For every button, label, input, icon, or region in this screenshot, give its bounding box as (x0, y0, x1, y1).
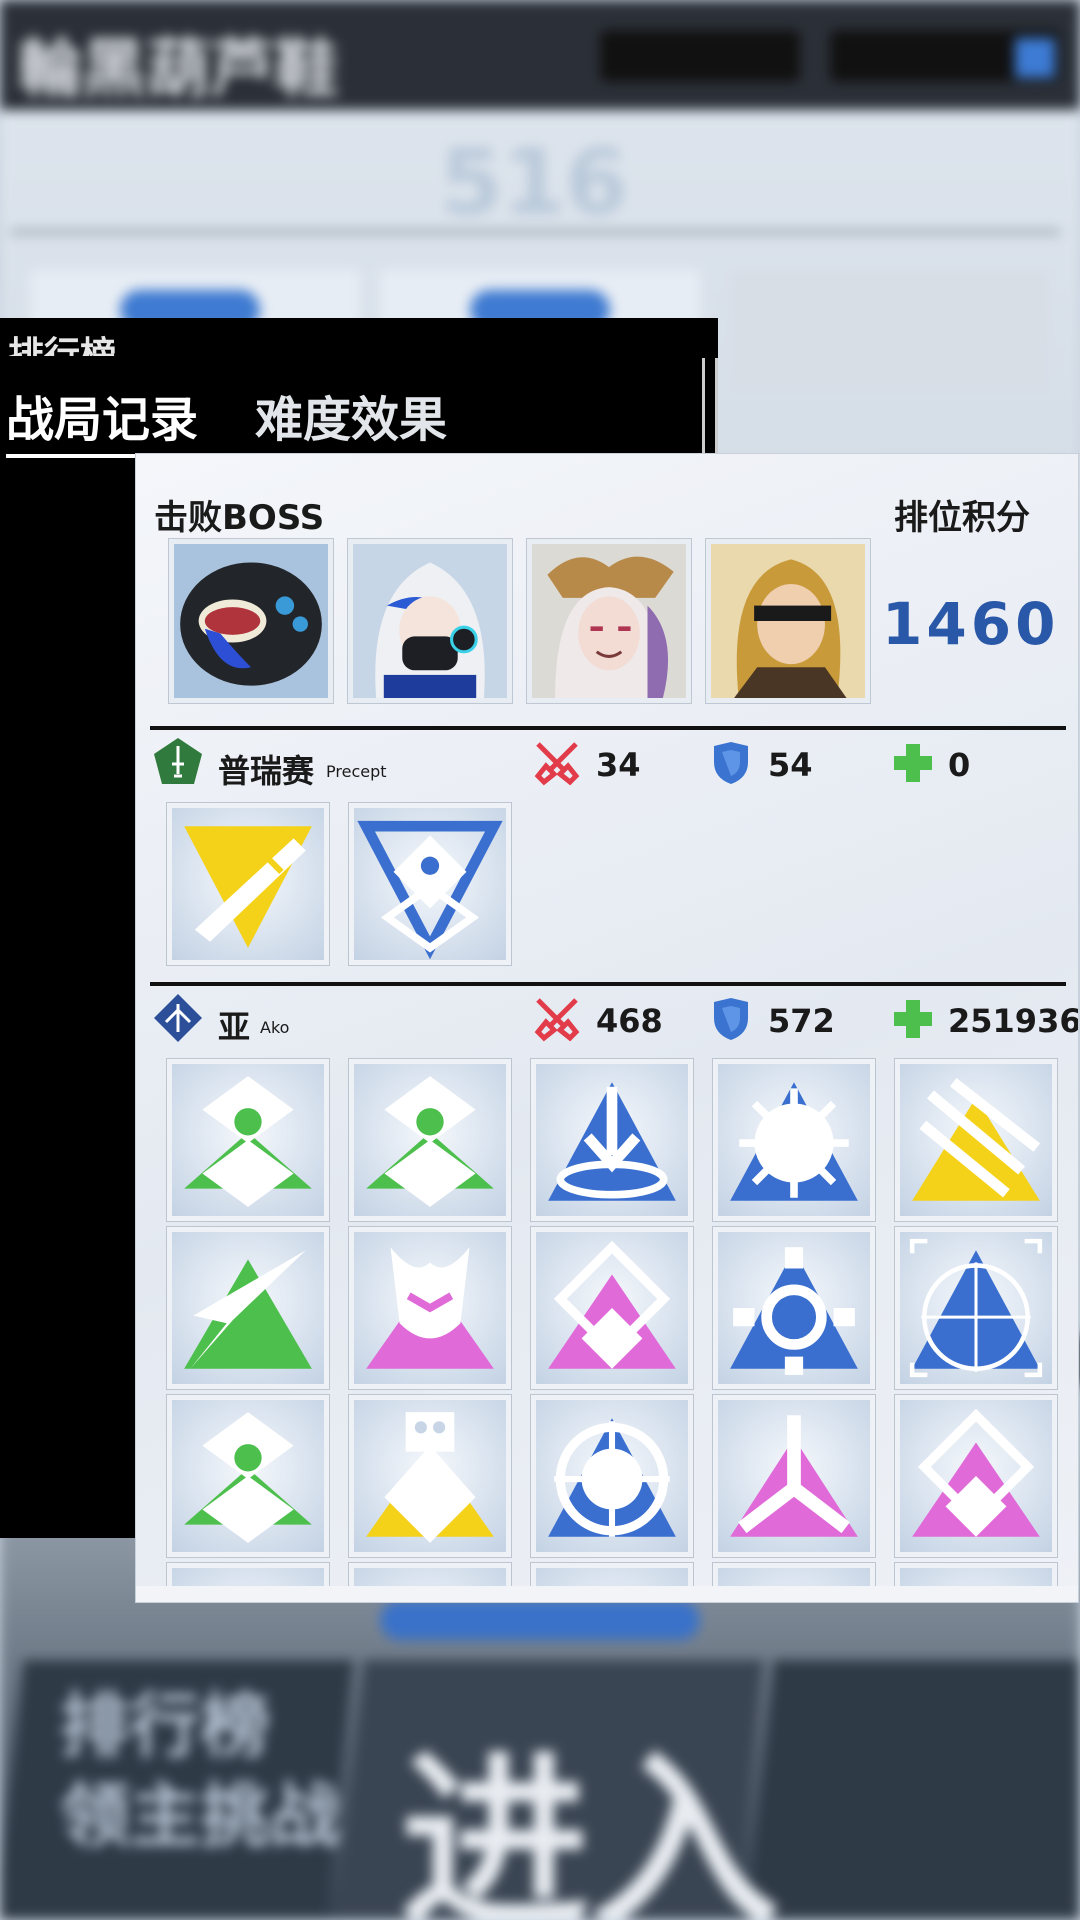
blue-crosshair-icon (909, 1238, 1043, 1378)
skill-tile[interactable] (166, 802, 330, 966)
attack-value: 468 (596, 1002, 663, 1040)
defense-value: 54 (768, 746, 813, 784)
skill-tile[interactable] (894, 1394, 1058, 1558)
heal-value: 251936 (948, 1002, 1078, 1040)
section-divider (150, 982, 1066, 986)
player-subname: Ako (260, 1018, 290, 1037)
tab-battle-record[interactable]: 战局记录 (6, 380, 199, 458)
skill-tile[interactable] (166, 1394, 330, 1558)
pink-rotate-diamond-icon (548, 1240, 676, 1369)
section-divider (150, 726, 1066, 730)
top-bar: 輪黑葫芦鞋 (0, 0, 1080, 110)
leaderboard-title: 排行榜 (8, 335, 117, 356)
green-diamond-emblem-icon (184, 1412, 312, 1543)
yellow-mask-icon (366, 1412, 494, 1543)
arrow-emblem-icon (154, 994, 202, 1042)
bg-blue-pill (380, 1600, 700, 1640)
boss-portrait-1[interactable] (168, 538, 334, 704)
skill-tile[interactable] (530, 1226, 694, 1390)
tentacle-monster-portrait-icon (174, 544, 328, 698)
heal-value: 0 (948, 746, 971, 784)
skill-tile[interactable] (894, 1058, 1058, 1222)
attack-crossed-swords-icon (534, 742, 580, 786)
skill-tile[interactable] (348, 1226, 512, 1390)
attack-crossed-swords-icon (534, 998, 580, 1042)
bg-side-label: 领主挑战 (60, 1775, 340, 1857)
skill-tile[interactable] (348, 1394, 512, 1558)
skill-tile[interactable] (530, 1058, 694, 1222)
battle-record-card: 击败BOSS 排位积分 1460 普瑞赛 Precept 34 54 0 亚 A… (136, 454, 1078, 1602)
player-title: 輪黑葫芦鞋 (18, 33, 338, 107)
defense-value: 572 (768, 1002, 835, 1040)
blue-diamond-triangle-icon (357, 820, 503, 960)
attack-value: 34 (596, 746, 641, 784)
green-arrowhead-icon (184, 1250, 312, 1369)
player-name: 普瑞赛 (218, 752, 315, 790)
skill-tile[interactable] (712, 1394, 876, 1558)
currency-pill (600, 30, 800, 82)
rank-score-value: 1460 (882, 590, 1060, 658)
green-diamond-emblem-icon (366, 1076, 494, 1207)
season-number: 516 (440, 130, 628, 235)
card-bottom-edge (136, 1586, 1078, 1602)
skill-tile[interactable] (712, 1058, 876, 1222)
tab-difficulty-effect[interactable]: 难度效果 (255, 380, 447, 450)
skill-tile[interactable] (712, 1226, 876, 1390)
heal-cross-icon (894, 744, 932, 782)
boss-portrait-2[interactable] (347, 538, 513, 704)
bg-card (730, 270, 1050, 390)
skill-tile[interactable] (166, 1226, 330, 1390)
skill-tile[interactable] (348, 802, 512, 966)
pink-tri-blade-icon (730, 1415, 858, 1537)
player-name: 亚 (218, 1008, 251, 1046)
boss-portrait-4[interactable] (705, 538, 871, 704)
skill-tile[interactable] (894, 1226, 1058, 1390)
blue-scope-icon (548, 1418, 676, 1537)
white-hair-mask-girl-portrait-icon (353, 544, 507, 698)
blue-sunburst-icon (730, 1082, 858, 1201)
green-diamond-emblem-icon (184, 1076, 312, 1207)
yellow-sword-triangle-icon (184, 826, 312, 948)
pink-demon-icon (366, 1247, 494, 1369)
skill-tile[interactable] (530, 1394, 694, 1558)
player-subname: Precept (326, 762, 387, 781)
divider (10, 230, 1060, 234)
bg-side-label: 排行榜 (60, 1685, 270, 1767)
blue-down-arrow-icon (548, 1082, 676, 1201)
bg-panel (746, 1660, 1080, 1920)
rank-score-label: 排位积分 (894, 498, 1030, 538)
blindfold-blond-man-portrait-icon (711, 544, 865, 698)
sword-emblem-icon (154, 738, 202, 784)
heal-cross-icon (894, 1000, 932, 1038)
skill-tile[interactable] (348, 1058, 512, 1222)
blue-target-ring-icon (730, 1247, 858, 1375)
add-currency-icon[interactable] (1015, 38, 1055, 78)
enter-button[interactable]: 进入 (400, 1690, 780, 1920)
yellow-missiles-icon (912, 1078, 1041, 1201)
defense-shield-icon (714, 742, 748, 784)
defense-shield-icon (714, 998, 748, 1040)
skill-tile[interactable] (166, 1058, 330, 1222)
pink-rotate-diamond-icon (912, 1408, 1040, 1537)
defeated-boss-label: 击败BOSS (154, 498, 325, 538)
boss-portrait-3[interactable] (526, 538, 692, 704)
horned-white-hair-man-portrait-icon (532, 544, 686, 698)
